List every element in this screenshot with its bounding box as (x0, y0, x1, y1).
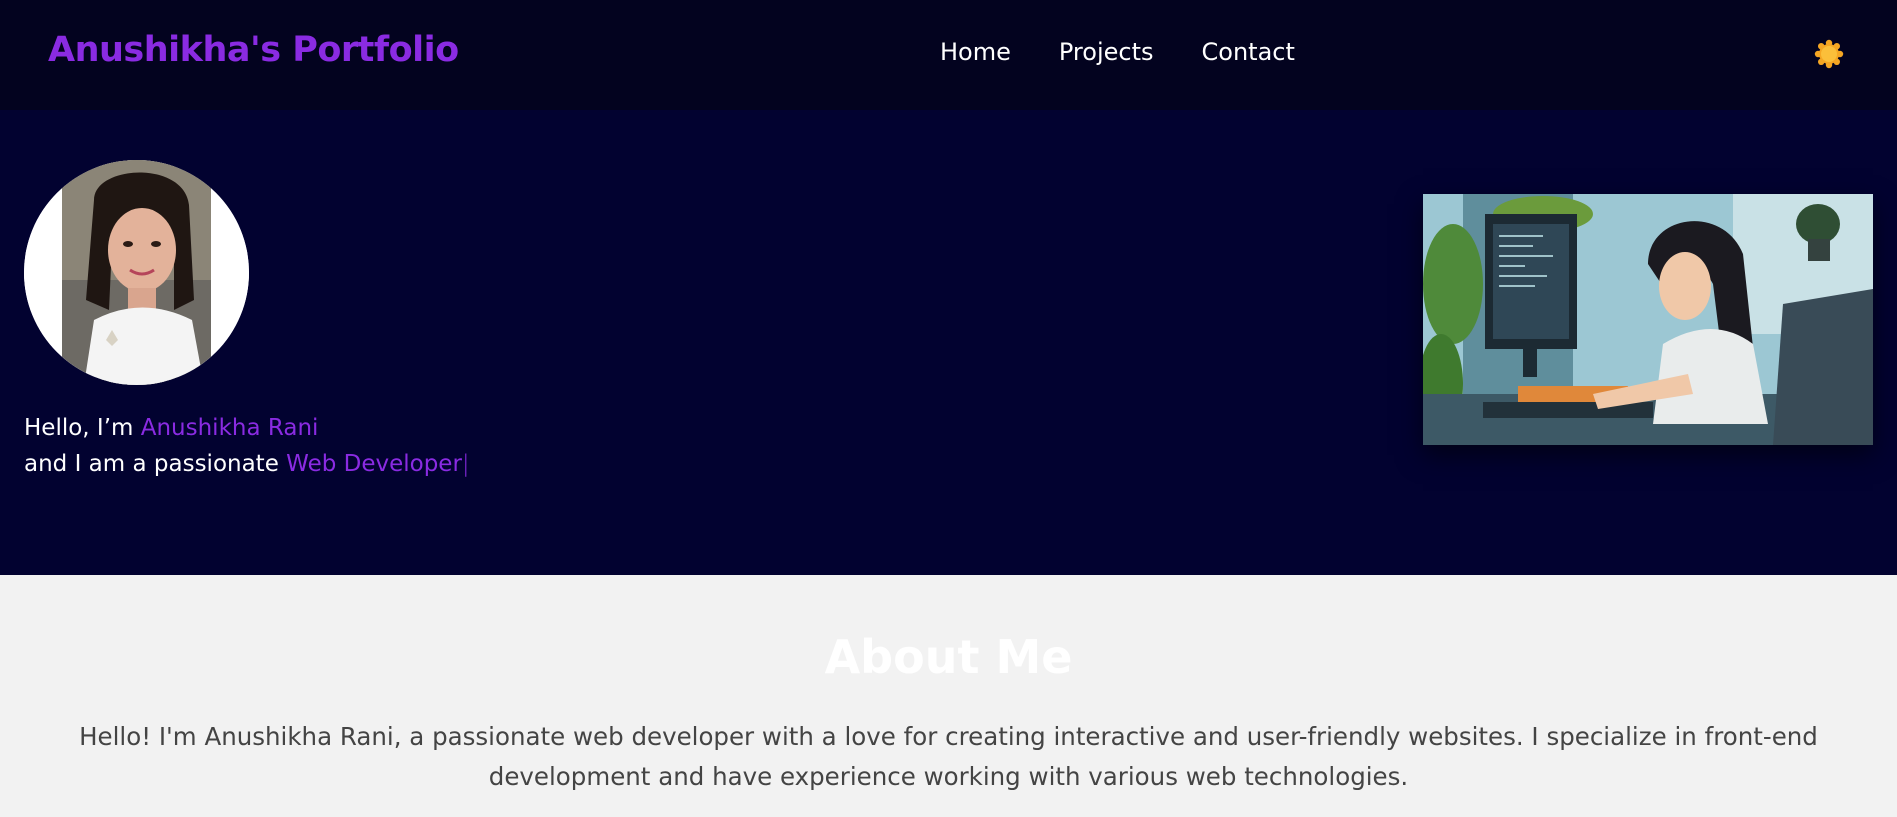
role-line: and I am a passionate Web Developer| (24, 446, 470, 482)
nav-link-home[interactable]: Home (940, 38, 1011, 66)
nav-link-projects[interactable]: Projects (1059, 38, 1154, 66)
hero-name: Anushikha Rani (140, 415, 319, 441)
theme-toggle-button[interactable] (1814, 39, 1844, 69)
hero-intro: Hello, I’m Anushikha Rani and I am a pas… (24, 410, 470, 482)
hero-section: Hello, I’m Anushikha Rani and I am a pas… (0, 110, 1897, 575)
typing-cursor: | (461, 451, 470, 477)
profile-avatar (24, 160, 249, 385)
developer-illustration-art (1423, 194, 1873, 445)
sun-icon (1814, 39, 1844, 69)
brand-title[interactable]: Anushikha's Portfolio (48, 30, 459, 70)
greeting-line: Hello, I’m Anushikha Rani (24, 410, 470, 446)
profile-photo (24, 160, 249, 385)
about-section: About Me Hello! I'm Anushikha Rani, a pa… (0, 575, 1897, 817)
typed-role: Web Developer (286, 451, 462, 477)
greeting-prefix: Hello, I’m (24, 415, 141, 441)
top-navbar: Anushikha's Portfolio Home Projects Cont… (0, 0, 1897, 110)
developer-illustration (1423, 194, 1873, 445)
nav-link-contact[interactable]: Contact (1202, 38, 1295, 66)
role-prefix: and I am a passionate (24, 451, 287, 477)
about-description: Hello! I'm Anushikha Rani, a passionate … (79, 722, 1818, 791)
about-title: About Me (824, 630, 1073, 684)
main-nav: Home Projects Contact (940, 38, 1295, 66)
